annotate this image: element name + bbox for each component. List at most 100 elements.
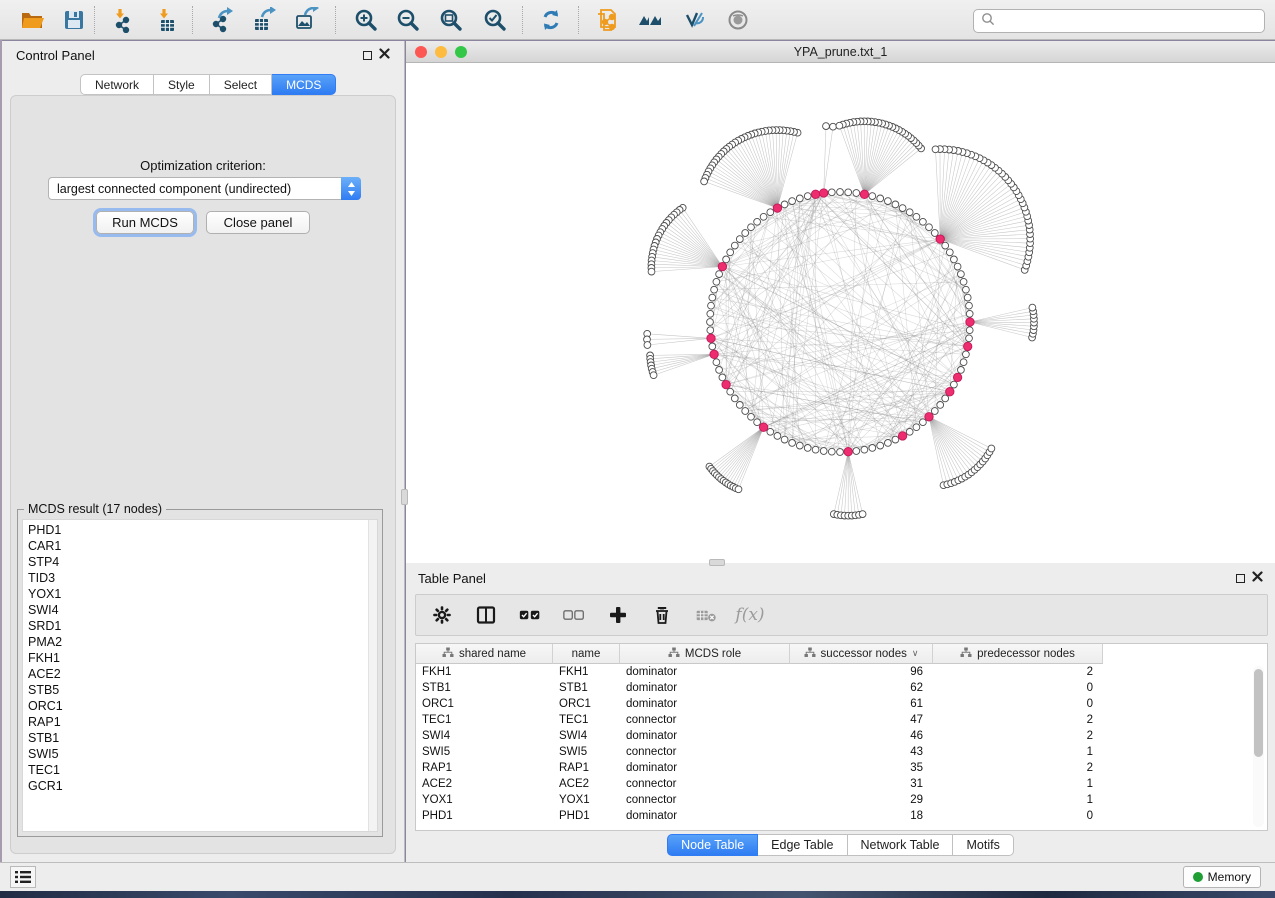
window-minimize-icon[interactable]: [435, 46, 447, 58]
graph-node[interactable]: [713, 278, 720, 285]
table-cell[interactable]: connector: [620, 712, 790, 728]
graph-node[interactable]: [804, 193, 811, 200]
graph-node[interactable]: [869, 193, 876, 200]
tab-network-table[interactable]: Network Table: [848, 834, 954, 856]
graph-node[interactable]: [837, 449, 844, 456]
graph-node[interactable]: [942, 242, 949, 249]
graph-node[interactable]: [767, 428, 774, 435]
graph-node[interactable]: [885, 440, 892, 447]
graph-node[interactable]: [966, 310, 973, 317]
table-cell[interactable]: 2: [933, 712, 1103, 728]
mcds-result-item[interactable]: TEC1: [23, 762, 377, 778]
export-network-icon[interactable]: [204, 5, 240, 35]
vertical-splitter-handle[interactable]: [401, 489, 408, 505]
table-scrollbar[interactable]: [1253, 666, 1264, 827]
gear-icon[interactable]: [431, 604, 453, 626]
zoom-in-icon[interactable]: [348, 5, 384, 35]
table-cell[interactable]: 2: [933, 760, 1103, 776]
table-cell[interactable]: SWI4: [553, 728, 620, 744]
search-input[interactable]: [1000, 14, 1264, 28]
clone-network-icon[interactable]: [590, 5, 626, 35]
table-cell[interactable]: 29: [790, 792, 933, 808]
search-field[interactable]: [973, 9, 1265, 33]
refresh-layout-icon[interactable]: [533, 5, 569, 35]
mcds-result-item[interactable]: STB5: [23, 682, 377, 698]
graph-leaf-node[interactable]: [701, 178, 708, 185]
table-row[interactable]: PHD1PHD1dominator180: [416, 808, 1267, 824]
export-image-icon[interactable]: [288, 5, 324, 35]
graph-node[interactable]: [899, 205, 906, 212]
table-row[interactable]: FKH1FKH1dominator962: [416, 664, 1267, 680]
zoom-fit-icon[interactable]: [433, 5, 469, 35]
tab-network[interactable]: Network: [80, 74, 154, 95]
horizontal-splitter-handle[interactable]: [709, 559, 725, 566]
graph-node[interactable]: [748, 413, 755, 420]
mcds-result-item[interactable]: SWI4: [23, 602, 377, 618]
tab-node-table[interactable]: Node Table: [667, 834, 758, 856]
table-row[interactable]: TEC1TEC1connector472: [416, 712, 1267, 728]
mcds-result-item[interactable]: GCR1: [23, 778, 377, 794]
tab-select[interactable]: Select: [210, 74, 272, 95]
graph-node[interactable]: [963, 351, 970, 358]
graph-node[interactable]: [877, 195, 884, 202]
float-table-panel-icon[interactable]: [1236, 574, 1245, 583]
graph-node[interactable]: [727, 249, 734, 256]
graph-hub-node[interactable]: [953, 373, 961, 381]
graph-node[interactable]: [727, 388, 734, 395]
graph-node[interactable]: [906, 209, 913, 216]
tab-style[interactable]: Style: [154, 74, 210, 95]
table-cell[interactable]: ACE2: [553, 776, 620, 792]
close-panel-icon[interactable]: [379, 46, 390, 64]
table-cell[interactable]: 0: [933, 696, 1103, 712]
graph-node[interactable]: [707, 310, 714, 317]
graph-node[interactable]: [736, 402, 743, 409]
graph-node[interactable]: [958, 271, 965, 278]
graph-hub-node[interactable]: [710, 350, 718, 358]
graph-hub-node[interactable]: [820, 189, 828, 197]
graph-node[interactable]: [754, 419, 761, 426]
graph-node[interactable]: [853, 448, 860, 455]
graph-node[interactable]: [837, 189, 844, 196]
table-cell[interactable]: SWI4: [416, 728, 553, 744]
memory-button[interactable]: Memory: [1183, 866, 1261, 888]
table-cell[interactable]: dominator: [620, 728, 790, 744]
float-panel-icon[interactable]: [363, 51, 372, 60]
table-row[interactable]: SWI4SWI4dominator462: [416, 728, 1267, 744]
table-cell[interactable]: 0: [933, 808, 1103, 824]
graph-node[interactable]: [937, 402, 944, 409]
table-cell[interactable]: 2: [933, 664, 1103, 680]
graph-hub-node[interactable]: [844, 448, 852, 456]
graph-node[interactable]: [742, 408, 749, 415]
graph-node[interactable]: [713, 359, 720, 366]
table-cell[interactable]: PHD1: [553, 808, 620, 824]
graph-node[interactable]: [716, 367, 723, 374]
table-cell[interactable]: 1: [933, 744, 1103, 760]
close-table-panel-icon[interactable]: [1252, 569, 1263, 587]
graph-node[interactable]: [796, 195, 803, 202]
graph-node[interactable]: [719, 374, 726, 381]
mcds-result-list[interactable]: PHD1CAR1STP4TID3YOX1SWI4SRD1PMA2FKH1ACE2…: [22, 519, 378, 832]
graph-leaf-node[interactable]: [648, 268, 655, 275]
import-network-icon[interactable]: [106, 5, 142, 35]
table-cell[interactable]: STB1: [416, 680, 553, 696]
table-scrollbar-thumb[interactable]: [1254, 669, 1263, 757]
run-mcds-button[interactable]: Run MCDS: [96, 211, 194, 234]
table-cell[interactable]: FKH1: [553, 664, 620, 680]
graph-leaf-node[interactable]: [1029, 304, 1036, 311]
graph-node[interactable]: [853, 190, 860, 197]
graph-node[interactable]: [963, 286, 970, 293]
table-cell[interactable]: 46: [790, 728, 933, 744]
graph-node[interactable]: [820, 448, 827, 455]
graph-node[interactable]: [931, 230, 938, 237]
table-cell[interactable]: 0: [933, 680, 1103, 696]
table-cell[interactable]: connector: [620, 792, 790, 808]
graph-leaf-node[interactable]: [932, 146, 939, 153]
graph-node[interactable]: [892, 436, 899, 443]
optimization-criterion-dropdown[interactable]: largest connected component (undirected): [48, 177, 361, 200]
graph-leaf-node[interactable]: [735, 486, 742, 493]
column-header-successor-nodes[interactable]: successor nodes∨: [790, 644, 933, 664]
table-row[interactable]: RAP1RAP1dominator352: [416, 760, 1267, 776]
graph-node[interactable]: [804, 445, 811, 452]
graph-leaf-node[interactable]: [644, 342, 651, 349]
eye-icon[interactable]: [720, 5, 756, 35]
